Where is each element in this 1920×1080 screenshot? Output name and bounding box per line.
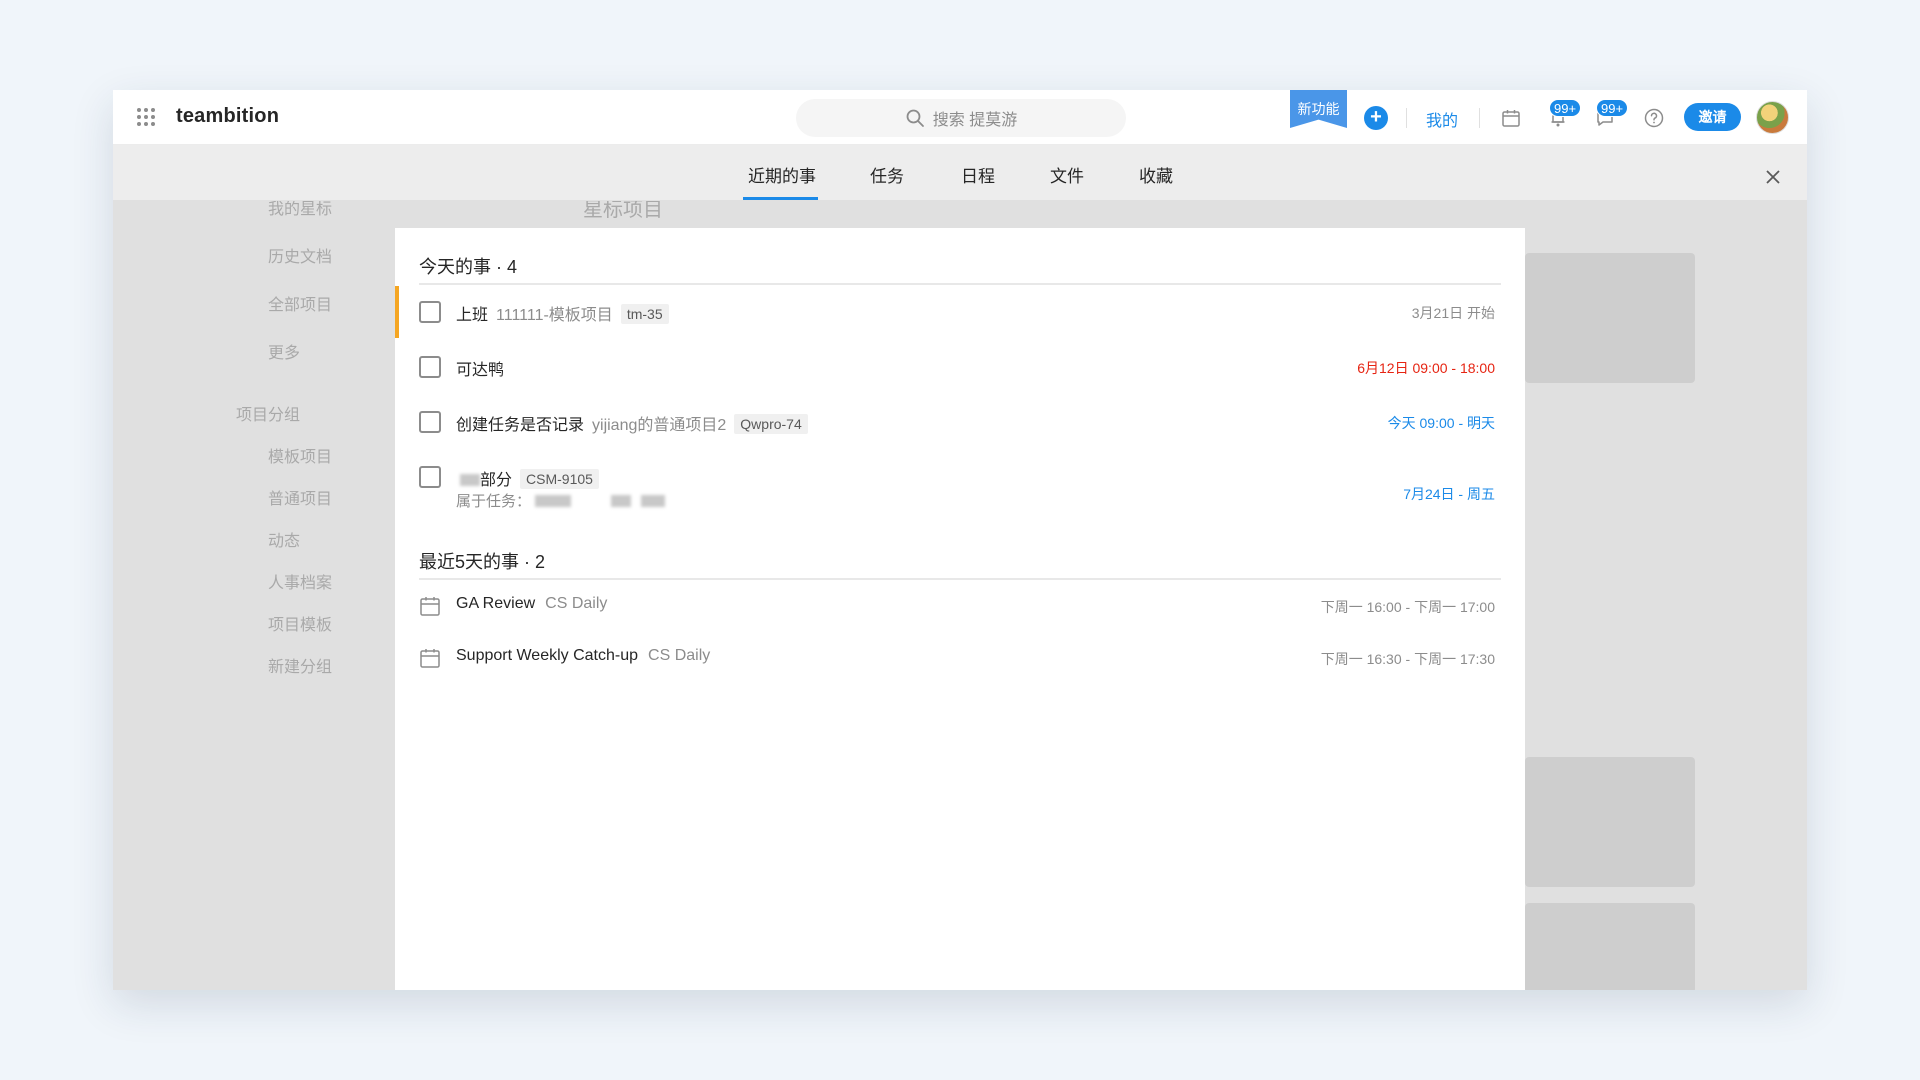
event-project[interactable]: CS Daily (648, 647, 710, 664)
tab-files[interactable]: 文件 (1050, 162, 1084, 187)
redacted-text (460, 474, 480, 486)
task-title: 创建任务是否记录 (456, 417, 585, 434)
app-window: 我的星标 历史文档 全部项目 更多 项目分组 模板项目 普通项目 动态 人事档案… (113, 90, 1807, 990)
task-project[interactable]: 111111-模板项目 (496, 307, 613, 324)
event-time: 下周一 16:30 - 下周一 17:30 (1320, 651, 1495, 667)
task-checkbox[interactable] (419, 411, 441, 433)
invite-button[interactable]: 邀请 (1684, 103, 1741, 131)
close-icon[interactable] (1765, 169, 1781, 185)
event-row[interactable]: GA Review CS Daily 下周一 16:00 - 下周一 17:00 (395, 580, 1525, 632)
search-placeholder: 搜索 提莫游 (932, 112, 1018, 129)
redacted-text (611, 495, 632, 507)
task-time: 7月24日 - 周五 (1403, 486, 1495, 502)
task-id-tag: CSM-9105 (520, 469, 599, 489)
tab-schedule[interactable]: 日程 (961, 162, 995, 187)
search-bar[interactable]: 搜索 提莫游 (796, 99, 1126, 137)
task-checkbox[interactable] (419, 466, 441, 488)
event-title-line: GA Review CS Daily (456, 595, 607, 613)
add-button[interactable]: + (1364, 106, 1388, 130)
tab-recent[interactable]: 近期的事 (748, 162, 816, 187)
app-grid-icon[interactable] (137, 108, 155, 126)
search-icon (906, 109, 924, 127)
task-title: 上班 (456, 307, 489, 324)
tab-favorites[interactable]: 收藏 (1139, 162, 1173, 187)
task-id-tag: tm-35 (620, 304, 669, 324)
task-row[interactable]: 可达鸭 6月12日 09:00 - 18:00 (395, 341, 1525, 393)
task-title-line: 创建任务是否记录 yijiang的普通项目2 Qwpro-74 (456, 411, 808, 435)
calendar-event-icon (420, 649, 440, 668)
section-divider (419, 283, 1501, 285)
divider (1479, 108, 1480, 128)
mine-link[interactable]: 我的 (1426, 107, 1458, 131)
tab-tasks[interactable]: 任务 (870, 162, 904, 187)
task-title-line: 部分 CSM-9105 (456, 466, 599, 490)
task-checkbox[interactable] (419, 356, 441, 378)
notifications-button[interactable]: 99+ (1547, 99, 1582, 129)
redacted-text (641, 495, 666, 507)
calendar-icon (1502, 110, 1520, 127)
task-project[interactable]: yijiang的普通项目2 (592, 417, 726, 434)
task-id-tag: Qwpro-74 (734, 414, 808, 434)
recent-section-title: 最近5天的事 · 2 (419, 552, 546, 572)
event-row[interactable]: Support Weekly Catch-up CS Daily 下周一 16:3… (395, 632, 1525, 684)
avatar[interactable] (1756, 101, 1789, 134)
new-feature-ribbon[interactable]: 新功能 (1290, 90, 1347, 128)
task-time: 3月21日 开始 (1411, 305, 1495, 321)
task-row[interactable]: 创建任务是否记录 yijiang的普通项目2 Qwpro-74 今天 09:00 -… (395, 396, 1525, 448)
top-navigation-bar: teambition 搜索 提莫游 新功能 + 我的 99+ 99+ 邀请 (113, 90, 1807, 145)
task-time: 6月12日 09:00 - 18:00 (1357, 360, 1495, 376)
task-title: 可达鸭 (456, 362, 505, 379)
messages-button[interactable]: 99+ (1594, 99, 1629, 129)
help-button[interactable] (1643, 107, 1665, 129)
event-title: Support Weekly Catch-up (456, 647, 639, 664)
event-project[interactable]: CS Daily (545, 595, 607, 612)
task-title-line: 上班 111111-模板项目 tm-35 (456, 301, 669, 325)
recent-items-panel: 今天的事 · 4 上班 111111-模板项目 tm-35 3月21日 开始 可达鸭… (395, 228, 1525, 990)
event-title: GA Review (456, 595, 536, 612)
today-section-title: 今天的事 · 4 (419, 257, 518, 277)
task-row[interactable]: 上班 111111-模板项目 tm-35 3月21日 开始 (395, 286, 1525, 338)
event-time: 下周一 16:00 - 下周一 17:00 (1320, 599, 1495, 615)
task-title: 部分 (480, 472, 513, 489)
parent-task-label: 属于任务： (456, 493, 532, 510)
task-title-line: 可达鸭 (456, 356, 504, 380)
calendar-button[interactable] (1500, 107, 1522, 129)
task-checkbox[interactable] (419, 301, 441, 323)
recent-tabs-bar: 近期的事 任务 日程 文件 收藏 (113, 145, 1807, 201)
calendar-event-icon (420, 597, 440, 616)
subtask-row[interactable]: 部分 CSM-9105 属于任务： 7月24日 - 周五 (395, 451, 1525, 517)
teambition-logo[interactable]: teambition (176, 105, 279, 128)
divider (1406, 108, 1407, 128)
event-title-line: Support Weekly Catch-up CS Daily (456, 647, 710, 665)
notifications-badge: 99+ (1549, 99, 1582, 117)
highlight-bar (395, 286, 399, 338)
help-icon (1644, 108, 1664, 128)
redacted-text (535, 495, 572, 507)
active-tab-indicator (743, 197, 818, 200)
messages-badge: 99+ (1596, 99, 1629, 117)
parent-task-line[interactable]: 属于任务： (456, 490, 666, 511)
task-time: 今天 09:00 - 明天 (1387, 415, 1495, 431)
